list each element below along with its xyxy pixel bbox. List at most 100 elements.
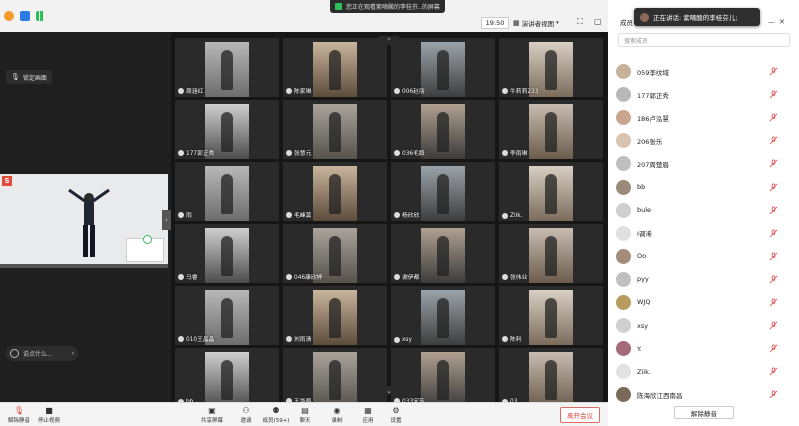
mic-muted-icon[interactable]: [769, 367, 778, 376]
member-name: I调浠: [637, 230, 652, 239]
participant-tile[interactable]: 张伟业: [499, 224, 603, 283]
add-user-icon: ⚇: [242, 405, 250, 415]
participant-name-label: 牛莉莉233: [502, 86, 538, 95]
member-row[interactable]: 177郭正秀: [608, 83, 799, 106]
mute-button[interactable]: 🎙 解除静音: [4, 405, 34, 425]
member-search-input[interactable]: 搜索成员: [618, 33, 790, 47]
mic-icon: [178, 273, 184, 280]
participant-tile[interactable]: 雨: [175, 162, 279, 221]
chat-button[interactable]: ▤ 聊天: [290, 405, 320, 425]
mic-muted-icon[interactable]: [769, 113, 778, 122]
mic-muted-icon[interactable]: [769, 390, 778, 399]
mic-muted-icon[interactable]: [769, 136, 778, 145]
main-speaker-video[interactable]: S: [0, 174, 168, 268]
member-row[interactable]: 186卢泓慧: [608, 106, 799, 129]
member-row[interactable]: xsy: [608, 314, 799, 337]
participant-tile[interactable]: 王华爵: [283, 348, 387, 402]
share-banner[interactable]: 您正在观看紫嘀酸的李桂芬..的屏幕: [330, 0, 445, 13]
mic-muted-icon[interactable]: [769, 275, 778, 284]
participant-tile[interactable]: 谢伊都: [391, 224, 495, 283]
member-row[interactable]: 207周楚眉: [608, 152, 799, 175]
members-label: 成员(59+): [262, 418, 290, 424]
participant-tile[interactable]: xsy: [391, 286, 495, 345]
chat-input[interactable]: 说点什么... ‹: [6, 346, 78, 361]
invite-button[interactable]: ⚇ 邀请: [231, 405, 261, 425]
fullscreen-icon[interactable]: ⛶: [577, 17, 583, 27]
participant-tile[interactable]: 马睿: [175, 224, 279, 283]
participant-tile[interactable]: 周涵红: [175, 38, 279, 97]
share-screen-button[interactable]: ▣ 共享屏幕: [197, 405, 227, 425]
participant-tile[interactable]: 010王晶晶: [175, 286, 279, 345]
unmute-all-button[interactable]: 解除静音: [674, 406, 734, 419]
member-row[interactable]: bb: [608, 175, 799, 198]
apps-button[interactable]: ▦ 应用: [353, 405, 383, 425]
mic-muted-icon[interactable]: [769, 159, 778, 168]
stop-video-button[interactable]: ■ 停止视频: [34, 405, 64, 425]
record-button[interactable]: ◉ 录制: [322, 405, 352, 425]
participant-tile[interactable]: 牛莉莉233: [499, 38, 603, 97]
mic-muted-icon[interactable]: [769, 206, 778, 215]
participant-name-label: 毛峰莫: [286, 210, 311, 219]
minimize-icon[interactable]: —: [768, 18, 775, 26]
member-row[interactable]: pyy: [608, 268, 799, 291]
participant-tile[interactable]: 177郭正秀: [175, 100, 279, 159]
member-row[interactable]: 陈海欣江西南昌: [608, 383, 799, 406]
member-name: Ziik.: [637, 367, 651, 376]
participant-tile[interactable]: 陈利: [499, 286, 603, 345]
lock-view-tag[interactable]: 🎙 锁定画面: [6, 70, 52, 84]
participant-tile[interactable]: 刘雨清: [283, 286, 387, 345]
shield-icon[interactable]: [20, 11, 30, 21]
mic-muted-icon[interactable]: [769, 67, 778, 76]
participant-tile[interactable]: Ziik.: [499, 162, 603, 221]
mic-muted-icon[interactable]: [769, 229, 778, 238]
panel-window-controls: — ✕: [768, 18, 796, 26]
participant-tile[interactable]: 李雨琳: [499, 100, 603, 159]
participant-tile[interactable]: 036毛毅: [391, 100, 495, 159]
member-row[interactable]: bule: [608, 199, 799, 222]
member-row[interactable]: WJQ: [608, 291, 799, 314]
participant-name-label: xsy: [394, 337, 412, 343]
member-row[interactable]: I调浠: [608, 222, 799, 245]
mic-muted-icon[interactable]: [769, 344, 778, 353]
mic-muted-icon[interactable]: [769, 90, 778, 99]
avatar: [616, 271, 631, 287]
participant-tile[interactable]: 033宋芳: [391, 348, 495, 402]
member-row[interactable]: 206张乐: [608, 129, 799, 152]
camera-icon: ■: [45, 405, 53, 415]
member-row[interactable]: 059李纹域: [608, 60, 799, 83]
members-title: 成员: [620, 19, 633, 27]
close-icon[interactable]: ✕: [779, 18, 785, 26]
participant-tile[interactable]: 张慧元: [283, 100, 387, 159]
participant-tile[interactable]: 陈家琳: [283, 38, 387, 97]
mic-muted-icon[interactable]: [769, 252, 778, 261]
view-mode-select[interactable]: ▦ 演讲者视图 ▾: [513, 17, 569, 29]
settings-button[interactable]: ⚙ 设置: [381, 405, 411, 425]
participant-tile[interactable]: 046康欣婷: [283, 224, 387, 283]
mic-muted-icon[interactable]: [769, 321, 778, 330]
leave-meeting-button[interactable]: 离开会议: [560, 407, 600, 423]
mic-muted-icon[interactable]: [769, 182, 778, 192]
mic-muted-icon[interactable]: [769, 298, 778, 307]
participant-name-label: 马睿: [178, 272, 198, 281]
member-row[interactable]: Ziik.: [608, 360, 799, 383]
participant-tile[interactable]: 杨欣欣: [391, 162, 495, 221]
participant-name: 陈利: [510, 337, 522, 343]
top-left-icons: [0, 11, 46, 21]
participant-name-label: 李雨琳: [502, 148, 527, 157]
member-row[interactable]: Oo: [608, 245, 799, 268]
participant-tile[interactable]: bb: [175, 348, 279, 402]
record-icon: ◉: [333, 405, 341, 415]
participant-name-label: Ziik.: [502, 213, 522, 219]
info-icon[interactable]: [4, 11, 14, 21]
avatar: [616, 387, 631, 403]
emoji-icon[interactable]: [10, 349, 19, 358]
collapse-panel-button[interactable]: ›: [162, 210, 171, 230]
speaker-avatar: [640, 12, 649, 22]
participant-tile[interactable]: 03: [499, 348, 603, 402]
member-row[interactable]: Y.: [608, 337, 799, 360]
participant-tile[interactable]: 毛峰莫: [283, 162, 387, 221]
members-button[interactable]: ⚉ 成员(59+): [261, 405, 291, 425]
window-icon[interactable]: ▢: [594, 17, 602, 26]
participant-tile[interactable]: 006赵丽: [391, 38, 495, 97]
participant-silhouette: [545, 236, 557, 276]
